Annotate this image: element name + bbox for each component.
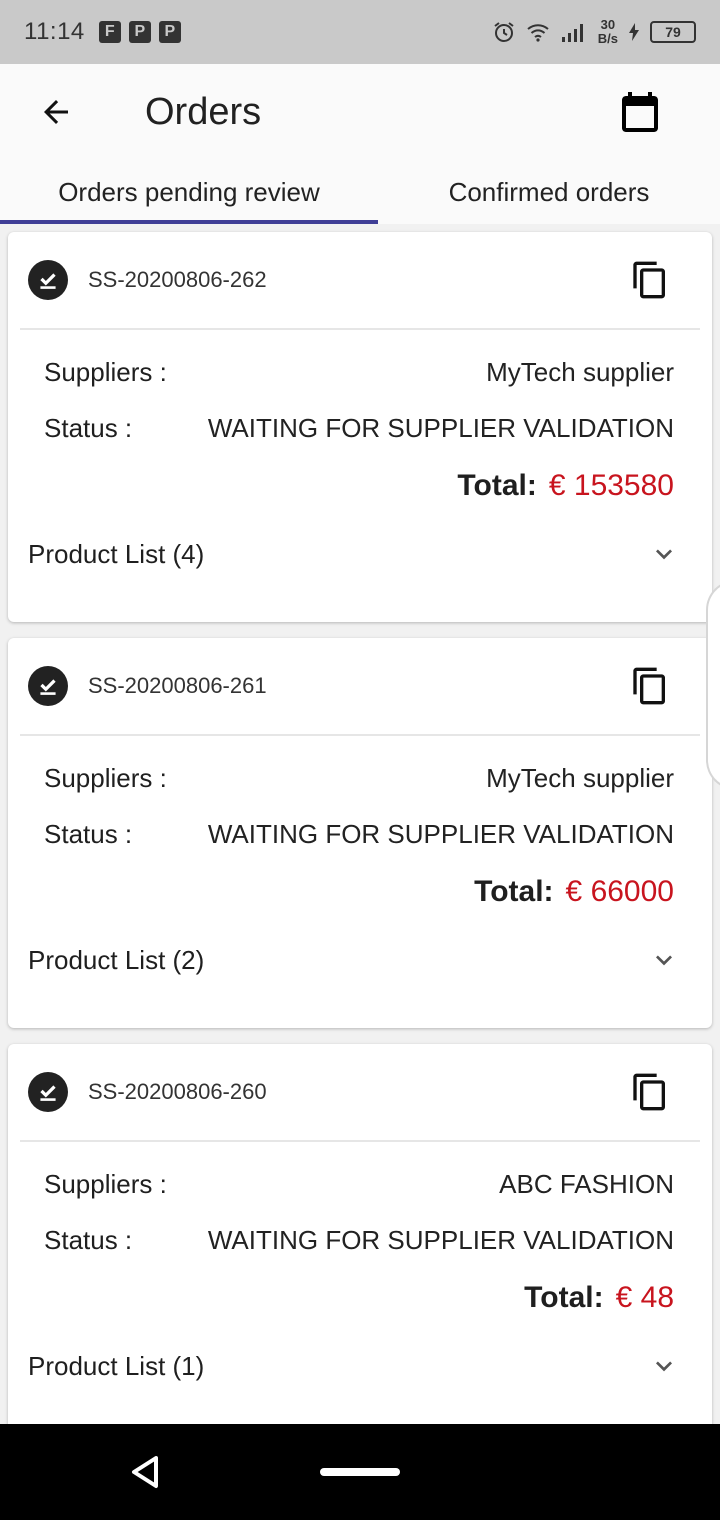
- total-label: Total:: [524, 1281, 604, 1314]
- suppliers-value: MyTech supplier: [486, 763, 674, 793]
- chevron-down-icon: [646, 942, 682, 978]
- system-nav-bar: [0, 1424, 720, 1520]
- total-label: Total:: [474, 875, 554, 908]
- product-list-toggle[interactable]: Product List (1): [28, 1348, 682, 1384]
- charging-icon: [629, 23, 639, 41]
- product-list-toggle[interactable]: Product List (4): [28, 536, 682, 572]
- calendar-icon: [622, 92, 658, 132]
- facebook-icon: F: [98, 21, 121, 43]
- product-list-label: Product List (1): [28, 1351, 205, 1381]
- wifi-icon: [527, 24, 549, 42]
- parking-app-icon: P: [128, 21, 151, 43]
- product-list-toggle[interactable]: Product List (2): [28, 942, 682, 978]
- suppliers-row: Suppliers : ABC FASHION: [44, 1166, 674, 1202]
- copy-icon: [633, 667, 665, 705]
- back-button[interactable]: [30, 88, 82, 136]
- total-label: Total:: [457, 469, 537, 502]
- check-circle-icon: [28, 260, 68, 300]
- divider: [20, 734, 700, 736]
- order-card: SS-20200806-261 Suppliers : MyTech suppl…: [8, 638, 712, 1028]
- app-bar: Orders: [0, 64, 720, 160]
- order-id: SS-20200806-260: [88, 1079, 267, 1104]
- suppliers-row: Suppliers : MyTech supplier: [44, 354, 674, 390]
- arrow-left-icon: [44, 100, 68, 124]
- calendar-button[interactable]: [612, 84, 668, 140]
- suppliers-label: Suppliers :: [44, 763, 167, 793]
- status-label: Status :: [44, 413, 133, 443]
- status-bar-right: 30 B/s 79: [492, 18, 696, 46]
- copy-button[interactable]: [628, 258, 672, 302]
- signal-icon: [561, 24, 583, 42]
- total-row: Total: € 48: [524, 1278, 674, 1318]
- order-card: SS-20200806-262 Suppliers : MyTech suppl…: [8, 232, 712, 622]
- status-value: WAITING FOR SUPPLIER VALIDATION: [207, 1225, 674, 1255]
- app-notification-icon: P: [158, 21, 181, 43]
- copy-icon: [633, 1073, 665, 1111]
- suppliers-value: ABC FASHION: [499, 1169, 674, 1199]
- total-value: € 153580: [548, 469, 674, 502]
- status-row: Status : WAITING FOR SUPPLIER VALIDATION: [44, 816, 674, 852]
- chevron-down-icon: [646, 536, 682, 572]
- total-row: Total: € 153580: [457, 466, 674, 506]
- check-circle-icon: [28, 1072, 68, 1112]
- copy-icon: [633, 261, 665, 299]
- order-card-header: SS-20200806-260: [8, 1044, 712, 1140]
- check-circle-icon: [28, 666, 68, 706]
- page-title: Orders: [145, 91, 262, 133]
- product-list-label: Product List (4): [28, 539, 205, 569]
- order-card-header: SS-20200806-261: [8, 638, 712, 734]
- home-gesture-bar[interactable]: [320, 1468, 400, 1476]
- order-id: SS-20200806-261: [88, 673, 267, 698]
- order-card-header: SS-20200806-262: [8, 232, 712, 328]
- order-card: SS-20200806-260 Suppliers : ABC FASHION …: [8, 1044, 712, 1434]
- suppliers-row: Suppliers : MyTech supplier: [44, 760, 674, 796]
- notification-icons: F P P: [98, 21, 181, 43]
- divider: [20, 328, 700, 330]
- total-value: € 66000: [565, 875, 674, 908]
- network-speed-value: 30: [600, 17, 616, 32]
- copy-button[interactable]: [628, 664, 672, 708]
- status-bar: 11:14 F P P 30 B/s 79: [0, 0, 720, 64]
- network-speed: 30 B/s: [598, 18, 618, 46]
- suppliers-value: MyTech supplier: [486, 357, 674, 387]
- status-label: Status :: [44, 1225, 133, 1255]
- status-row: Status : WAITING FOR SUPPLIER VALIDATION: [44, 410, 674, 446]
- triangle-back-icon: [132, 1456, 158, 1488]
- battery-indicator: 79: [650, 21, 696, 43]
- nav-back-button[interactable]: [124, 1450, 168, 1494]
- total-value: € 48: [615, 1281, 674, 1314]
- status-value: WAITING FOR SUPPLIER VALIDATION: [207, 819, 674, 849]
- tab-confirmed-orders[interactable]: Confirmed orders: [378, 160, 720, 224]
- chevron-down-icon: [646, 1348, 682, 1384]
- status-label: Status :: [44, 819, 133, 849]
- clock: 11:14: [24, 18, 85, 45]
- edge-panel-handle[interactable]: [706, 580, 720, 790]
- divider: [20, 1140, 700, 1142]
- copy-button[interactable]: [628, 1070, 672, 1114]
- product-list-label: Product List (2): [28, 945, 205, 975]
- status-value: WAITING FOR SUPPLIER VALIDATION: [207, 413, 674, 443]
- network-speed-unit: B/s: [597, 31, 618, 46]
- suppliers-label: Suppliers :: [44, 357, 167, 387]
- suppliers-label: Suppliers :: [44, 1169, 167, 1199]
- alarm-icon: [494, 22, 514, 42]
- status-row: Status : WAITING FOR SUPPLIER VALIDATION: [44, 1222, 674, 1258]
- total-row: Total: € 66000: [474, 872, 674, 912]
- tab-orders-pending-review[interactable]: Orders pending review: [0, 160, 378, 224]
- order-id: SS-20200806-262: [88, 267, 267, 292]
- status-bar-left: 11:14 F P P: [24, 18, 181, 46]
- order-tabs: Orders pending review Confirmed orders: [0, 160, 720, 224]
